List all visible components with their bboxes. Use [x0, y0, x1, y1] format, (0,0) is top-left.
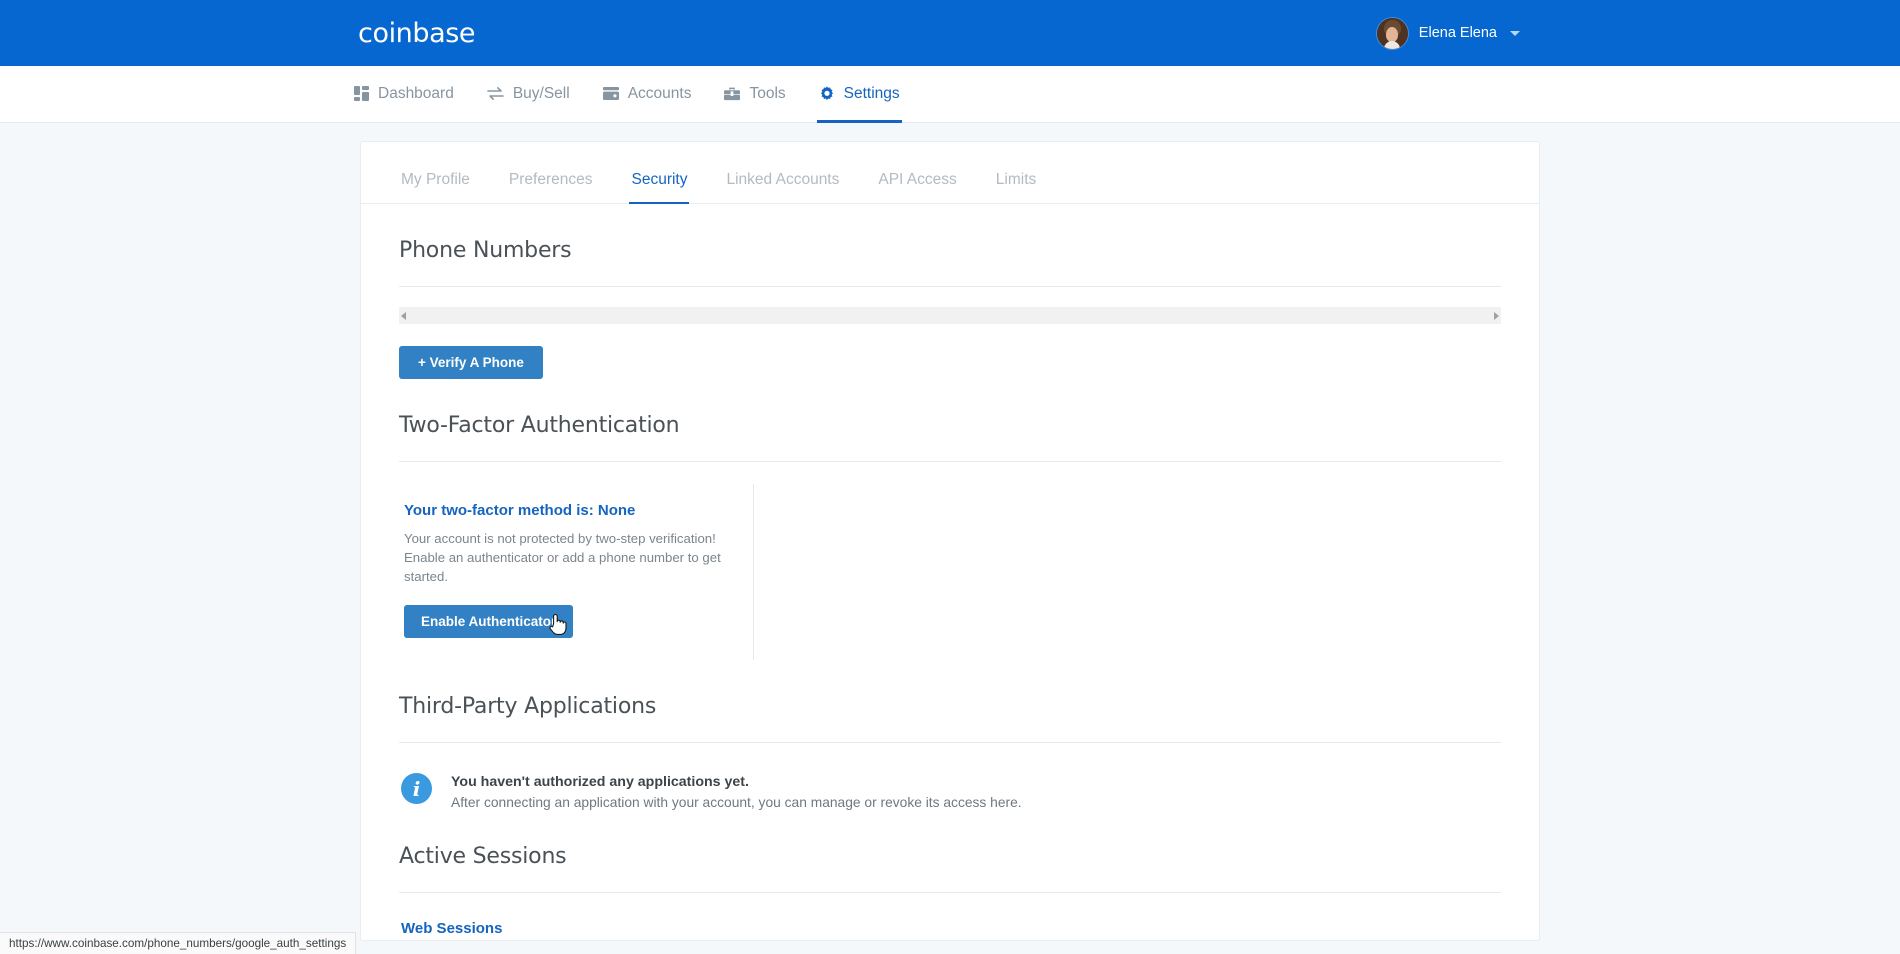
divider — [399, 742, 1501, 744]
coinbase-logo[interactable]: coinbase — [358, 20, 476, 47]
verify-a-phone-button[interactable]: + Verify A Phone — [399, 346, 543, 379]
nav-item-settings[interactable]: Settings — [816, 67, 902, 123]
two-factor-panel: Your two-factor method is: None Your acc… — [399, 484, 1501, 661]
divider — [399, 286, 1501, 287]
tab-my-profile[interactable]: My Profile — [399, 171, 472, 204]
enable-authenticator-button[interactable]: Enable Authenticator — [404, 605, 574, 639]
phone-numbers-heading: Phone Numbers — [399, 238, 572, 263]
triangle-right-icon[interactable] — [1494, 311, 1499, 320]
top-brand-bar: coinbase Elena Elena — [0, 0, 1900, 66]
third-party-headline: You haven't authorized any applications … — [451, 774, 749, 791]
two-factor-right-column — [754, 484, 1501, 660]
info-circle-icon: i — [401, 773, 432, 805]
chevron-down-icon — [1510, 30, 1520, 36]
main-navigation: Dashboard Buy/Sell Accounts Tools Settin… — [0, 66, 1900, 123]
nav-item-label: Tools — [749, 84, 786, 102]
nav-item-accounts[interactable]: Accounts — [601, 67, 694, 123]
gear-icon — [819, 85, 835, 102]
divider — [399, 461, 1501, 462]
third-party-empty-text: You haven't authorized any applications … — [451, 773, 1022, 810]
active-sessions-heading: Active Sessions — [399, 844, 567, 870]
tab-security[interactable]: Security — [629, 171, 690, 204]
nav-item-label: Dashboard — [378, 84, 454, 102]
two-factor-heading: Two-Factor Authentication — [399, 413, 680, 438]
avatar — [1376, 17, 1408, 49]
account-name: Elena Elena — [1418, 25, 1497, 41]
two-factor-status-block: Your two-factor method is: None Your acc… — [399, 484, 754, 661]
grid-icon — [354, 86, 369, 101]
nav-item-label: Buy/Sell — [512, 84, 570, 102]
tab-linked-accounts[interactable]: Linked Accounts — [724, 171, 841, 204]
nav-item-buysell[interactable]: Buy/Sell — [485, 67, 572, 123]
browser-status-bar: https://www.coinbase.com/phone_numbers/g… — [0, 932, 357, 954]
two-factor-description: Your account is not protected by two-ste… — [404, 531, 721, 585]
tab-api-access[interactable]: API Access — [876, 171, 958, 204]
page-content: My Profile Preferences Security Linked A… — [0, 123, 1900, 941]
nav-item-dashboard[interactable]: Dashboard — [352, 67, 456, 123]
third-party-heading: Third-Party Applications — [399, 694, 657, 720]
nav-item-tools[interactable]: Tools — [722, 67, 787, 123]
status-bar-url: https://www.coinbase.com/phone_numbers/g… — [9, 937, 347, 950]
account-menu[interactable]: Elena Elena — [1376, 0, 1520, 66]
tab-preferences[interactable]: Preferences — [507, 171, 595, 204]
toolbox-icon — [724, 86, 741, 101]
settings-card: My Profile Preferences Security Linked A… — [360, 141, 1540, 941]
security-panel: Phone Numbers + Verify A Phone Two-Facto… — [361, 238, 1539, 937]
third-party-subtext: After connecting an application with you… — [451, 795, 1022, 811]
tab-limits[interactable]: Limits — [994, 171, 1038, 204]
web-sessions-label: Web Sessions — [401, 920, 503, 938]
phone-numbers-horizontal-scrollbar[interactable] — [399, 307, 1501, 324]
nav-item-label: Settings — [843, 84, 900, 102]
wallet-icon — [602, 86, 619, 101]
nav-item-label: Accounts — [627, 84, 692, 102]
divider — [399, 892, 1501, 894]
exchange-arrows-icon — [487, 86, 504, 101]
triangle-left-icon[interactable] — [401, 311, 406, 320]
third-party-empty-state: i You haven't authorized any application… — [399, 773, 1501, 810]
two-factor-status-heading: Your two-factor method is: None — [404, 502, 636, 519]
settings-tabs: My Profile Preferences Security Linked A… — [361, 142, 1539, 204]
